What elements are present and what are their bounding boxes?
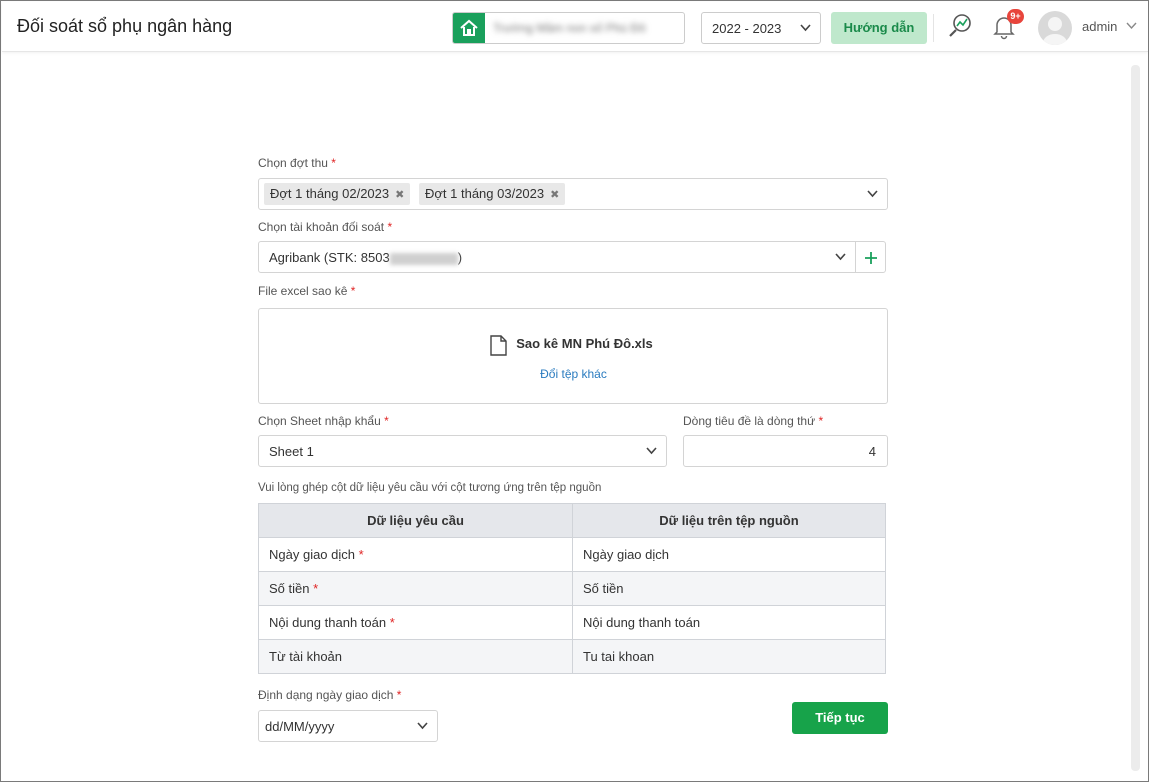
page-title: Đối soát sổ phụ ngân hàng — [17, 16, 233, 36]
required-mark: * — [396, 688, 402, 702]
file-name: Sao kê MN Phú Đô.xls — [516, 336, 653, 351]
required-mark: * — [389, 615, 395, 630]
required-mark: * — [358, 547, 364, 562]
chevron-down-icon — [835, 253, 846, 261]
school-year-select[interactable]: 2022 - 2023 — [701, 12, 821, 44]
chevron-down-icon — [800, 24, 811, 32]
required-field-cell: Ngày giao dịch * — [258, 537, 573, 572]
account-value-suffix: ) — [457, 250, 463, 265]
account-value-prefix: Agribank (STK: 8503 — [269, 250, 390, 265]
notification-badge: 9+ — [1007, 9, 1024, 24]
file-label-text: File excel sao kê — [258, 284, 348, 298]
table-row: Từ tài khoản Tu tai khoan — [258, 639, 886, 674]
required-mark: * — [331, 156, 336, 170]
mapping-hint: Vui lòng ghép cột dữ liệu yêu cầu với cộ… — [258, 482, 602, 494]
change-file-link[interactable]: Đổi tệp khác — [259, 367, 888, 381]
vertical-scrollbar[interactable] — [1131, 65, 1140, 771]
school-year-value: 2022 - 2023 — [712, 21, 782, 36]
period-label-text: Chọn đợt thu — [258, 156, 328, 170]
required-mark: * — [313, 581, 319, 596]
sheet-value: Sheet 1 — [269, 444, 314, 459]
period-label: Chọn đợt thu * — [258, 156, 336, 170]
chevron-down-icon[interactable] — [867, 190, 878, 198]
date-format-value: dd/MM/yyyy — [265, 719, 335, 734]
period-tag: Đợt 1 tháng 03/2023 ✖ — [419, 183, 566, 205]
period-tag: Đợt 1 tháng 02/2023 ✖ — [264, 183, 411, 205]
account-select[interactable]: Agribank (STK: 8503) — [258, 241, 856, 273]
column-header: Dữ liệu trên tệp nguồn — [572, 503, 886, 538]
account-label: Chọn tài khoản đối soát * — [258, 220, 392, 234]
chevron-down-icon — [646, 447, 657, 455]
required-field-label: Nội dung thanh toán — [269, 615, 387, 630]
home-icon — [453, 13, 485, 43]
required-field-cell: Nội dung thanh toán * — [258, 605, 573, 640]
account-value: Agribank (STK: 8503) — [269, 250, 462, 265]
period-multiselect[interactable]: Đợt 1 tháng 02/2023 ✖ Đợt 1 tháng 03/2023… — [258, 178, 888, 210]
header-row-input[interactable]: 4 — [683, 435, 888, 467]
sheet-label-text: Chọn Sheet nhập khẩu — [258, 414, 381, 428]
table-row: Số tiền * Số tiền — [258, 571, 886, 606]
user-name[interactable]: admin — [1082, 19, 1117, 34]
source-column-select[interactable]: Số tiền — [572, 571, 886, 606]
header-row-label-text: Dòng tiêu đề là dòng thứ — [683, 414, 816, 428]
period-tag-label: Đợt 1 tháng 02/2023 — [270, 186, 390, 201]
required-field-cell: Từ tài khoản — [258, 639, 573, 674]
required-field-label: Ngày giao dịch — [269, 547, 355, 562]
add-account-button[interactable] — [855, 241, 886, 273]
plus-icon — [865, 252, 877, 264]
required-field-label: Từ tài khoản — [269, 649, 343, 664]
header-divider — [933, 14, 934, 42]
account-label-text: Chọn tài khoản đối soát — [258, 220, 385, 234]
required-field-label: Số tiền — [269, 581, 310, 596]
chevron-down-icon[interactable] — [1126, 22, 1137, 30]
date-format-select[interactable]: dd/MM/yyyy — [258, 710, 438, 742]
analytics-icon[interactable] — [947, 13, 973, 39]
app-window: Đối soát sổ phụ ngân hàng Trường Mầm non… — [0, 0, 1149, 782]
close-icon[interactable]: ✖ — [550, 189, 559, 201]
file-label: File excel sao kê * — [258, 284, 355, 298]
period-tag-label: Đợt 1 tháng 03/2023 — [425, 186, 545, 201]
school-selector[interactable]: Trường Mầm non số Phú Đô — [452, 12, 685, 44]
source-column-select[interactable]: Ngày giao dịch — [572, 537, 886, 572]
chevron-down-icon — [417, 722, 428, 730]
continue-button[interactable]: Tiếp tục — [792, 702, 888, 734]
table-row: Ngày giao dịch * Ngày giao dịch — [258, 537, 886, 572]
help-button[interactable]: Hướng dẫn — [831, 12, 927, 44]
school-name: Trường Mầm non số Phú Đô — [493, 21, 646, 35]
source-column-select[interactable]: Tu tai khoan — [572, 639, 886, 674]
top-header: Đối soát sổ phụ ngân hàng Trường Mầm non… — [2, 2, 1148, 52]
header-row-label: Dòng tiêu đề là dòng thứ * — [683, 414, 823, 428]
sheet-select[interactable]: Sheet 1 — [258, 435, 667, 467]
required-mark: * — [818, 414, 824, 428]
header-row-value: 4 — [868, 444, 876, 459]
close-icon[interactable]: ✖ — [395, 189, 404, 201]
required-field-cell: Số tiền * — [258, 571, 573, 606]
column-mapping-table: Dữ liệu yêu cầu Dữ liệu trên tệp nguồn N… — [258, 503, 886, 674]
file-dropzone[interactable]: Sao kê MN Phú Đô.xls Đổi tệp khác — [258, 308, 888, 404]
required-mark: * — [384, 414, 389, 428]
required-mark: * — [387, 220, 393, 234]
date-format-label: Định dạng ngày giao dịch * — [258, 688, 401, 702]
table-header-row: Dữ liệu yêu cầu Dữ liệu trên tệp nguồn — [258, 503, 886, 538]
avatar[interactable] — [1038, 11, 1072, 45]
table-row: Nội dung thanh toán * Nội dung thanh toá… — [258, 605, 886, 640]
masked-account-number — [389, 252, 458, 265]
source-column-select[interactable]: Nội dung thanh toán — [572, 605, 886, 640]
sheet-label: Chọn Sheet nhập khẩu * — [258, 414, 389, 428]
required-mark: * — [350, 284, 356, 298]
column-header: Dữ liệu yêu cầu — [258, 503, 573, 538]
date-format-label-text: Định dạng ngày giao dịch — [258, 688, 394, 702]
